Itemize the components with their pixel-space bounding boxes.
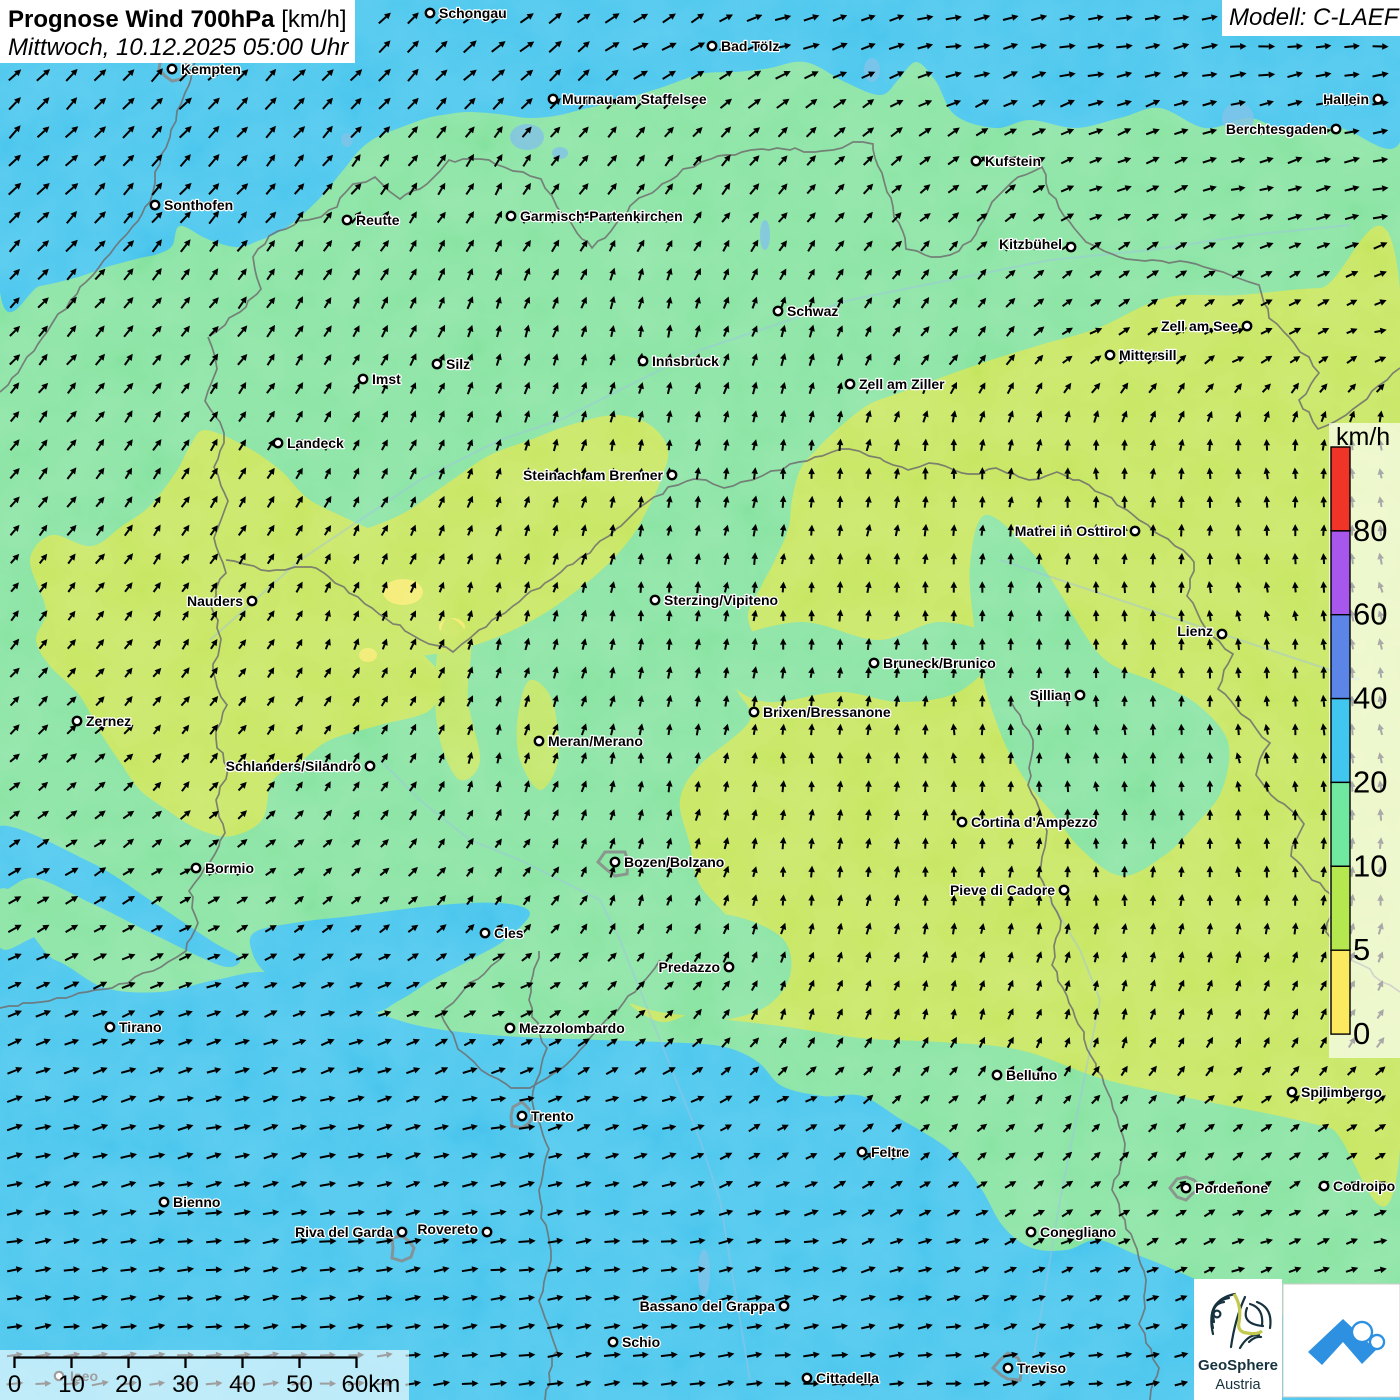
svg-text:Belluno: Belluno	[1006, 1067, 1057, 1083]
svg-text:Austria: Austria	[1215, 1377, 1261, 1393]
svg-text:80: 80	[1353, 513, 1387, 548]
svg-text:Zernez: Zernez	[86, 713, 131, 729]
svg-text:Rovereto: Rovereto	[417, 1221, 478, 1237]
svg-text:30: 30	[172, 1371, 199, 1398]
svg-text:Predazzo: Predazzo	[659, 959, 720, 975]
svg-text:GeoSphere: GeoSphere	[1198, 1357, 1278, 1374]
svg-text:Berchtesgaden: Berchtesgaden	[1226, 121, 1327, 137]
svg-text:Bozen/Bolzano: Bozen/Bolzano	[624, 854, 724, 870]
svg-text:Cles: Cles	[494, 925, 524, 941]
svg-text:Innsbruck: Innsbruck	[652, 353, 719, 369]
svg-text:Cortina d'Ampezzo: Cortina d'Ampezzo	[971, 814, 1097, 830]
svg-text:Reutte: Reutte	[356, 212, 400, 228]
svg-text:Steinach am Brenner: Steinach am Brenner	[523, 467, 664, 483]
svg-text:Meran/Merano: Meran/Merano	[548, 733, 643, 749]
svg-text:Murnau am Staffelsee: Murnau am Staffelsee	[562, 91, 707, 107]
svg-text:40: 40	[229, 1371, 256, 1398]
svg-text:Silz: Silz	[446, 356, 470, 372]
svg-text:Bassano del Grappa: Bassano del Grappa	[640, 1298, 776, 1314]
svg-text:Zell am See: Zell am See	[1161, 318, 1238, 334]
svg-text:Schwaz: Schwaz	[787, 303, 838, 319]
svg-text:Imst: Imst	[372, 371, 401, 387]
svg-text:40: 40	[1353, 681, 1387, 716]
svg-text:Pordenone: Pordenone	[1195, 1180, 1268, 1196]
svg-text:20: 20	[115, 1371, 142, 1398]
svg-text:20: 20	[1353, 764, 1387, 799]
svg-text:Sonthofen: Sonthofen	[164, 197, 233, 213]
svg-text:Mittwoch, 10.12.2025 05:00 Uhr: Mittwoch, 10.12.2025 05:00 Uhr	[8, 34, 349, 61]
svg-text:Riva del Garda: Riva del Garda	[295, 1224, 393, 1240]
svg-text:Feltre: Feltre	[871, 1144, 909, 1160]
svg-text:Bad Tölz: Bad Tölz	[721, 38, 779, 54]
svg-text:Modell: C-LAEF: Modell: C-LAEF	[1229, 4, 1400, 31]
svg-text:Kufstein: Kufstein	[985, 153, 1041, 169]
svg-text:Tirano: Tirano	[119, 1019, 162, 1035]
svg-text:Treviso: Treviso	[1017, 1360, 1066, 1376]
svg-text:Mittersill: Mittersill	[1119, 347, 1177, 363]
svg-text:Cittadella: Cittadella	[816, 1370, 879, 1386]
svg-text:Pieve di Cadore: Pieve di Cadore	[950, 882, 1055, 898]
svg-text:Sterzing/Vipiteno: Sterzing/Vipiteno	[664, 592, 778, 608]
svg-text:Conegliano: Conegliano	[1040, 1224, 1116, 1240]
svg-text:Lienz: Lienz	[1177, 623, 1213, 639]
svg-text:Schlanders/Silandro: Schlanders/Silandro	[226, 758, 361, 774]
svg-text:0: 0	[1353, 1016, 1370, 1051]
svg-text:Garmisch-Partenkirchen: Garmisch-Partenkirchen	[520, 208, 683, 224]
svg-text:0: 0	[8, 1371, 21, 1398]
svg-text:Trento: Trento	[531, 1108, 574, 1124]
svg-text:Brixen/Bressanone: Brixen/Bressanone	[763, 704, 891, 720]
svg-text:Hallein: Hallein	[1323, 91, 1369, 107]
svg-text:Nauders: Nauders	[187, 593, 243, 609]
svg-text:Mezzolombardo: Mezzolombardo	[519, 1020, 625, 1036]
svg-text:60: 60	[1353, 597, 1387, 632]
svg-text:Spilimbergo: Spilimbergo	[1301, 1084, 1382, 1100]
svg-text:Kempten: Kempten	[181, 61, 241, 77]
svg-text:Bruneck/Brunico: Bruneck/Brunico	[883, 655, 996, 671]
svg-text:Prognose Wind 700hPa [km/h]: Prognose Wind 700hPa [km/h]	[8, 6, 347, 33]
svg-text:5: 5	[1353, 932, 1370, 967]
svg-text:Bormio: Bormio	[205, 860, 254, 876]
svg-text:Codroipo: Codroipo	[1333, 1178, 1395, 1194]
svg-text:Schio: Schio	[622, 1334, 660, 1350]
svg-text:50: 50	[286, 1371, 313, 1398]
svg-text:Sillian: Sillian	[1030, 687, 1071, 703]
svg-text:60km: 60km	[342, 1371, 401, 1398]
svg-text:Zell am Ziller: Zell am Ziller	[859, 376, 945, 392]
svg-text:Schongau: Schongau	[439, 5, 507, 21]
svg-text:Landeck: Landeck	[287, 435, 344, 451]
svg-text:10: 10	[58, 1371, 85, 1398]
svg-text:10: 10	[1353, 848, 1387, 883]
svg-text:Bienno: Bienno	[173, 1194, 220, 1210]
svg-text:Matrei in Osttirol: Matrei in Osttirol	[1015, 523, 1126, 539]
svg-text:Kitzbühel: Kitzbühel	[999, 236, 1062, 252]
